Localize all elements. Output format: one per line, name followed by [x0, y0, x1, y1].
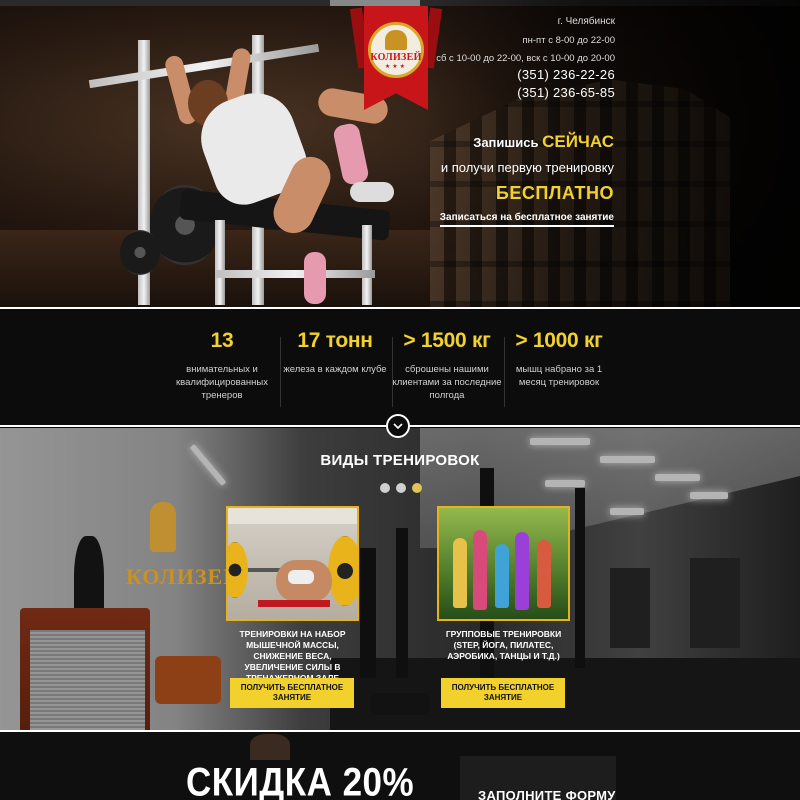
- stat-trainers: 13 внимательных и квалифицированных трен…: [167, 329, 277, 402]
- gym-training-photo: [226, 506, 359, 621]
- form-title: ЗАПОЛНИТЕ ФОРМУ: [478, 788, 616, 800]
- stat-value: > 1000 кг: [515, 329, 603, 352]
- slider-dot-3[interactable]: [412, 483, 422, 493]
- bench-leg: [215, 220, 225, 305]
- stats-bar: 13 внимательных и квалифицированных трен…: [0, 307, 800, 427]
- section-overlay: [0, 428, 800, 730]
- slider-dots: [380, 483, 422, 493]
- offer-accent: СЕЙЧАС: [542, 132, 614, 151]
- stat-value: 17 тонн: [297, 329, 373, 352]
- sneaker: [350, 182, 394, 202]
- spartan-helmet-icon: [385, 30, 407, 50]
- phone-1[interactable]: (351) 236-22-26: [436, 67, 615, 82]
- hours-weekdays: пн-пт с 8-00 до 22-00: [522, 35, 616, 46]
- phone-2[interactable]: (351) 236-65-85: [436, 85, 615, 100]
- stat-label: мышц набрано за 1 месяц тренировок: [515, 364, 603, 388]
- stat-value: 13: [210, 329, 234, 352]
- stat-label: железа в каждом клубе: [283, 364, 387, 375]
- promo-section: СКИДКА 20% ЗАПОЛНИТЕ ФОРМУ: [0, 730, 800, 800]
- stat-weight-lost: > 1500 кг сброшены нашими клиентами за п…: [392, 329, 502, 402]
- bench-leg: [362, 225, 372, 305]
- offer-prefix: Запишись: [473, 135, 543, 150]
- contact-block: г. Челябинск пн-пт с 8-00 до 22-00 сб с …: [436, 16, 615, 100]
- training-types-section: [0, 428, 800, 730]
- training-card-gym: ТРЕНИРОВКИ НА НАБОР МЫШЕЧНОЙ МАССЫ, СНИЖ…: [226, 506, 359, 708]
- site-logo[interactable]: КОЛИЗЕЙ ★★★: [368, 22, 424, 78]
- training-card-group: ГРУППОВЫЕ ТРЕНИРОВКИ (STEP, ЙОГА, ПИЛАТЕ…: [437, 506, 570, 708]
- get-free-session-button[interactable]: ПОЛУЧИТЬ БЕСПЛАТНОЕ ЗАНЯТИЕ: [230, 678, 354, 708]
- promo-person: [250, 734, 290, 760]
- hours-weekend: сб с 10-00 до 22-00, вск с 10-00 до 20-0…: [436, 53, 615, 64]
- hero-offer: Запишись СЕЙЧАС и получи первую трениров…: [439, 132, 614, 227]
- spartan-helmet-icon: [150, 502, 176, 552]
- scroll-down-button[interactable]: [386, 414, 410, 438]
- group-training-photo: [437, 506, 570, 621]
- hero-banner: КОЛИЗЕЙ ★★★ г. Челябинск пн-пт с 8-00 до…: [0, 0, 800, 307]
- leg-warmer: [332, 121, 370, 187]
- bench-base: [215, 270, 375, 278]
- signup-free-link[interactable]: Записаться на бесплатное занятие: [439, 212, 614, 227]
- section-title: ВИДЫ ТРЕНИРОВОК: [320, 452, 480, 469]
- stat-muscle-gained: > 1000 кг мышц набрано за 1 месяц тренир…: [504, 329, 614, 389]
- stat-value: > 1500 кг: [403, 329, 491, 352]
- stat-iron: 17 тонн железа в каждом клубе: [280, 329, 390, 376]
- chevron-down-icon: [393, 423, 403, 429]
- stat-label: внимательных и квалифицированных тренеро…: [176, 364, 268, 401]
- training-card-caption: ТРЕНИРОВКИ НА НАБОР МЫШЕЧНОЙ МАССЫ, СНИЖ…: [239, 629, 346, 683]
- discount-heading: СКИДКА 20%: [186, 759, 415, 800]
- wall-logo-text: КОЛИЗЕЙ: [126, 564, 242, 589]
- training-card-caption: ГРУППОВЫЕ ТРЕНИРОВКИ (STEP, ЙОГА, ПИЛАТЕ…: [445, 629, 562, 661]
- offer-line-2: и получи первую тренировку: [440, 160, 614, 175]
- logo-stars: ★★★: [384, 64, 408, 70]
- weight-plate-small: [120, 230, 160, 275]
- logo-text: КОЛИЗЕЙ: [370, 52, 422, 63]
- leg-warmer: [304, 252, 326, 304]
- get-free-session-button[interactable]: ПОЛУЧИТЬ БЕСПЛАТНОЕ ЗАНЯТИЕ: [441, 678, 565, 708]
- offer-line-1: Запишись СЕЙЧАС: [440, 132, 614, 152]
- city: г. Челябинск: [557, 16, 615, 27]
- slider-dot-2[interactable]: [396, 483, 406, 493]
- slider-dot-1[interactable]: [380, 483, 390, 493]
- offer-line-3: БЕСПЛАТНО: [495, 183, 614, 203]
- stat-label: сброшены нашими клиентами за последние п…: [392, 364, 502, 401]
